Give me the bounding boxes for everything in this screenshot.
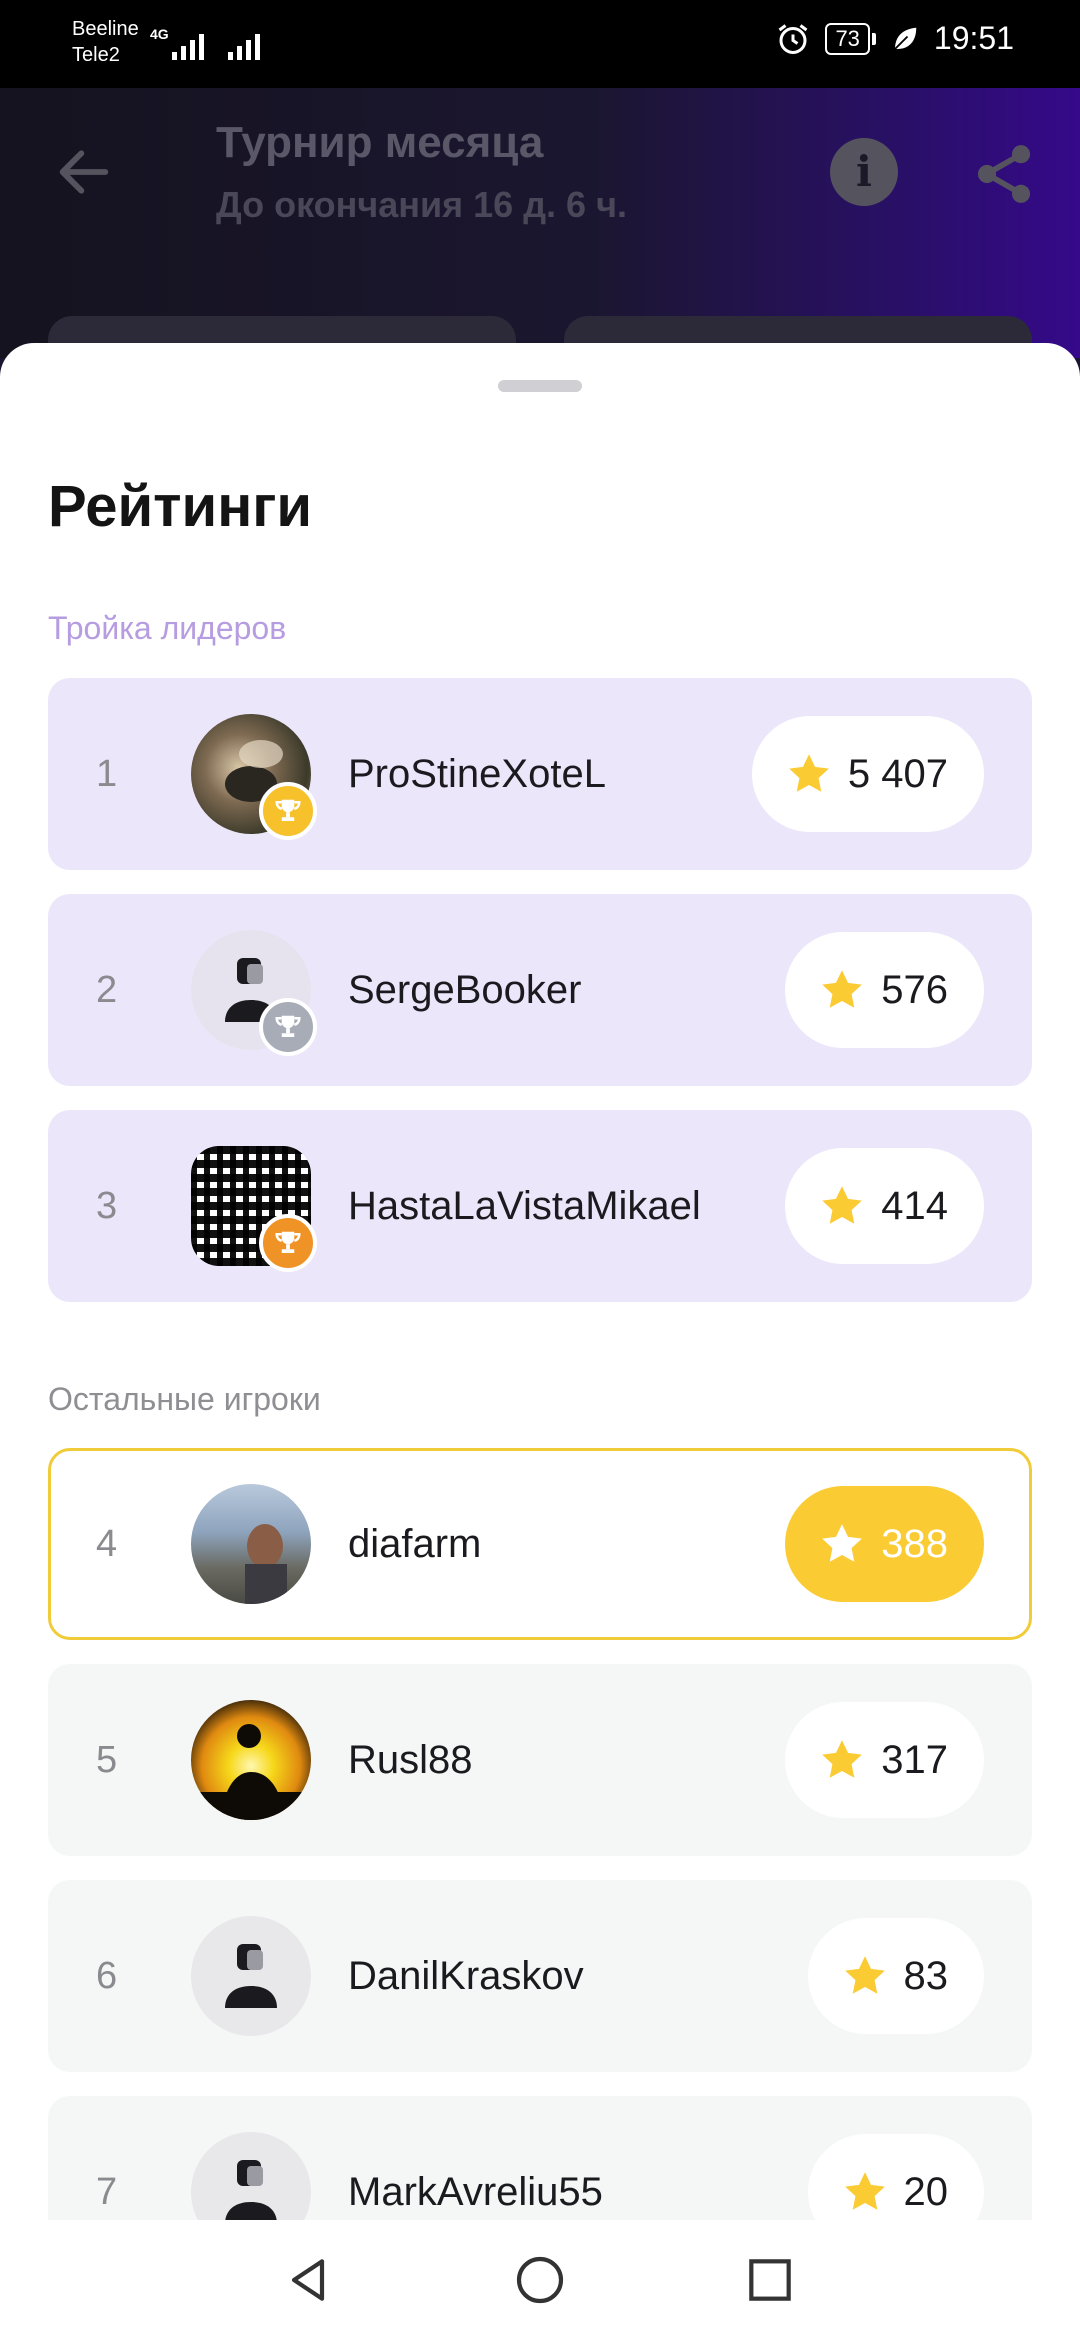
score-value: 83 <box>903 1953 949 1998</box>
player-row[interactable]: 5 Rusl88 317 <box>48 1664 1032 1856</box>
default-avatar-icon <box>225 1944 277 2008</box>
avatar <box>191 714 317 840</box>
rank: 3 <box>96 1184 118 1227</box>
leader-row[interactable]: 3 HastaLaVistaMikael 414 <box>48 1110 1032 1302</box>
others-section-label: Остальные игроки <box>48 1381 321 1417</box>
player-name: DanilKraskov <box>348 1953 584 1998</box>
alarm-icon <box>779 23 808 54</box>
battery-level: 73 <box>825 22 870 55</box>
network-type: 4G <box>150 26 169 42</box>
avatar <box>191 1484 311 1604</box>
avatar <box>191 1146 317 1272</box>
player-name: diafarm <box>348 1521 482 1566</box>
player-name: MarkAvreliu55 <box>348 2169 603 2214</box>
silver-trophy-icon <box>259 998 317 1056</box>
rank: 5 <box>96 1738 118 1781</box>
ratings-sheet: Рейтинги Тройка лидеров 1 ProStineXoteL … <box>0 343 1080 2220</box>
sheet-drag-handle[interactable] <box>498 380 582 392</box>
player-name: Rusl88 <box>348 1737 473 1782</box>
rank: 6 <box>96 1954 118 1997</box>
score-value: 317 <box>881 1737 948 1782</box>
avatar <box>191 1700 311 1820</box>
leader-row[interactable]: 1 ProStineXoteL 5 407 <box>48 678 1032 870</box>
rank: 4 <box>96 1522 118 1565</box>
score-badge: 576 <box>785 932 984 1048</box>
tournament-title: Турнир месяца <box>216 118 544 167</box>
carriers: Beeline Tele2 <box>72 16 139 68</box>
score-value: 5 407 <box>847 751 948 796</box>
leaf-icon <box>894 27 917 50</box>
star-icon <box>822 1186 863 1224</box>
score-value: 388 <box>881 1521 948 1566</box>
rank: 1 <box>96 752 118 795</box>
rank: 7 <box>96 2170 118 2213</box>
star-icon <box>822 1740 863 1778</box>
tournament-countdown: До окончания 16 д. 6 ч. <box>216 184 627 225</box>
star-icon <box>822 1524 863 1562</box>
score-badge: 414 <box>785 1148 984 1264</box>
star-icon <box>844 1956 885 1994</box>
player-name: HastaLaVistaMikael <box>348 1183 701 1228</box>
player-row[interactable]: 7 MarkAvreliu55 20 <box>48 2096 1032 2220</box>
battery-tip <box>871 32 876 45</box>
avatar <box>191 2132 311 2220</box>
score-badge: 317 <box>785 1702 984 1818</box>
rank: 2 <box>96 968 118 1011</box>
back-arrow-icon[interactable] <box>52 140 116 204</box>
score-value: 576 <box>881 967 948 1012</box>
gold-trophy-icon <box>259 782 317 840</box>
current-user-row[interactable]: 4 diafarm 388 <box>48 1448 1032 1640</box>
score-value: 414 <box>881 1183 948 1228</box>
score-badge: 83 <box>807 1918 984 2034</box>
sheet-title: Рейтинги <box>48 474 313 539</box>
player-name: ProStineXoteL <box>348 751 606 796</box>
carrier-2: Tele2 <box>72 44 120 66</box>
score-badge: 20 <box>807 2134 984 2220</box>
avatar <box>191 1916 311 2036</box>
score-badge: 5 407 <box>751 716 984 832</box>
leader-row[interactable]: 2 SergeBooker 576 <box>48 894 1032 1086</box>
star-icon <box>844 2172 885 2210</box>
info-icon[interactable]: i <box>830 138 898 206</box>
signal-icon-2 <box>228 26 260 60</box>
system-nav-bar <box>0 2220 1080 2340</box>
tournament-header: Турнир месяца До окончания 16 д. 6 ч. i <box>0 88 1080 376</box>
leaders-section-label: Тройка лидеров <box>48 610 287 646</box>
default-avatar-icon <box>225 2160 277 2220</box>
star-icon <box>822 970 863 1008</box>
clock: 19:51 <box>933 20 1014 56</box>
carrier-1: Beeline <box>72 18 139 40</box>
signal-icon <box>172 26 204 60</box>
player-name: SergeBooker <box>348 967 582 1012</box>
nav-back-icon[interactable] <box>280 2252 336 2308</box>
nav-home-icon[interactable] <box>512 2252 568 2308</box>
nav-recents-icon[interactable] <box>742 2252 798 2308</box>
star-icon <box>789 754 829 792</box>
player-row[interactable]: 6 DanilKraskov 83 <box>48 1880 1032 2072</box>
score-value: 20 <box>903 2169 949 2214</box>
status-bar: Beeline Tele2 4G 73 19:51 <box>0 0 1080 88</box>
bronze-trophy-icon <box>259 1214 317 1272</box>
avatar <box>191 930 317 1056</box>
score-badge: 388 <box>785 1486 984 1602</box>
share-icon[interactable] <box>970 140 1038 208</box>
status-right: 73 19:51 <box>775 20 1014 57</box>
